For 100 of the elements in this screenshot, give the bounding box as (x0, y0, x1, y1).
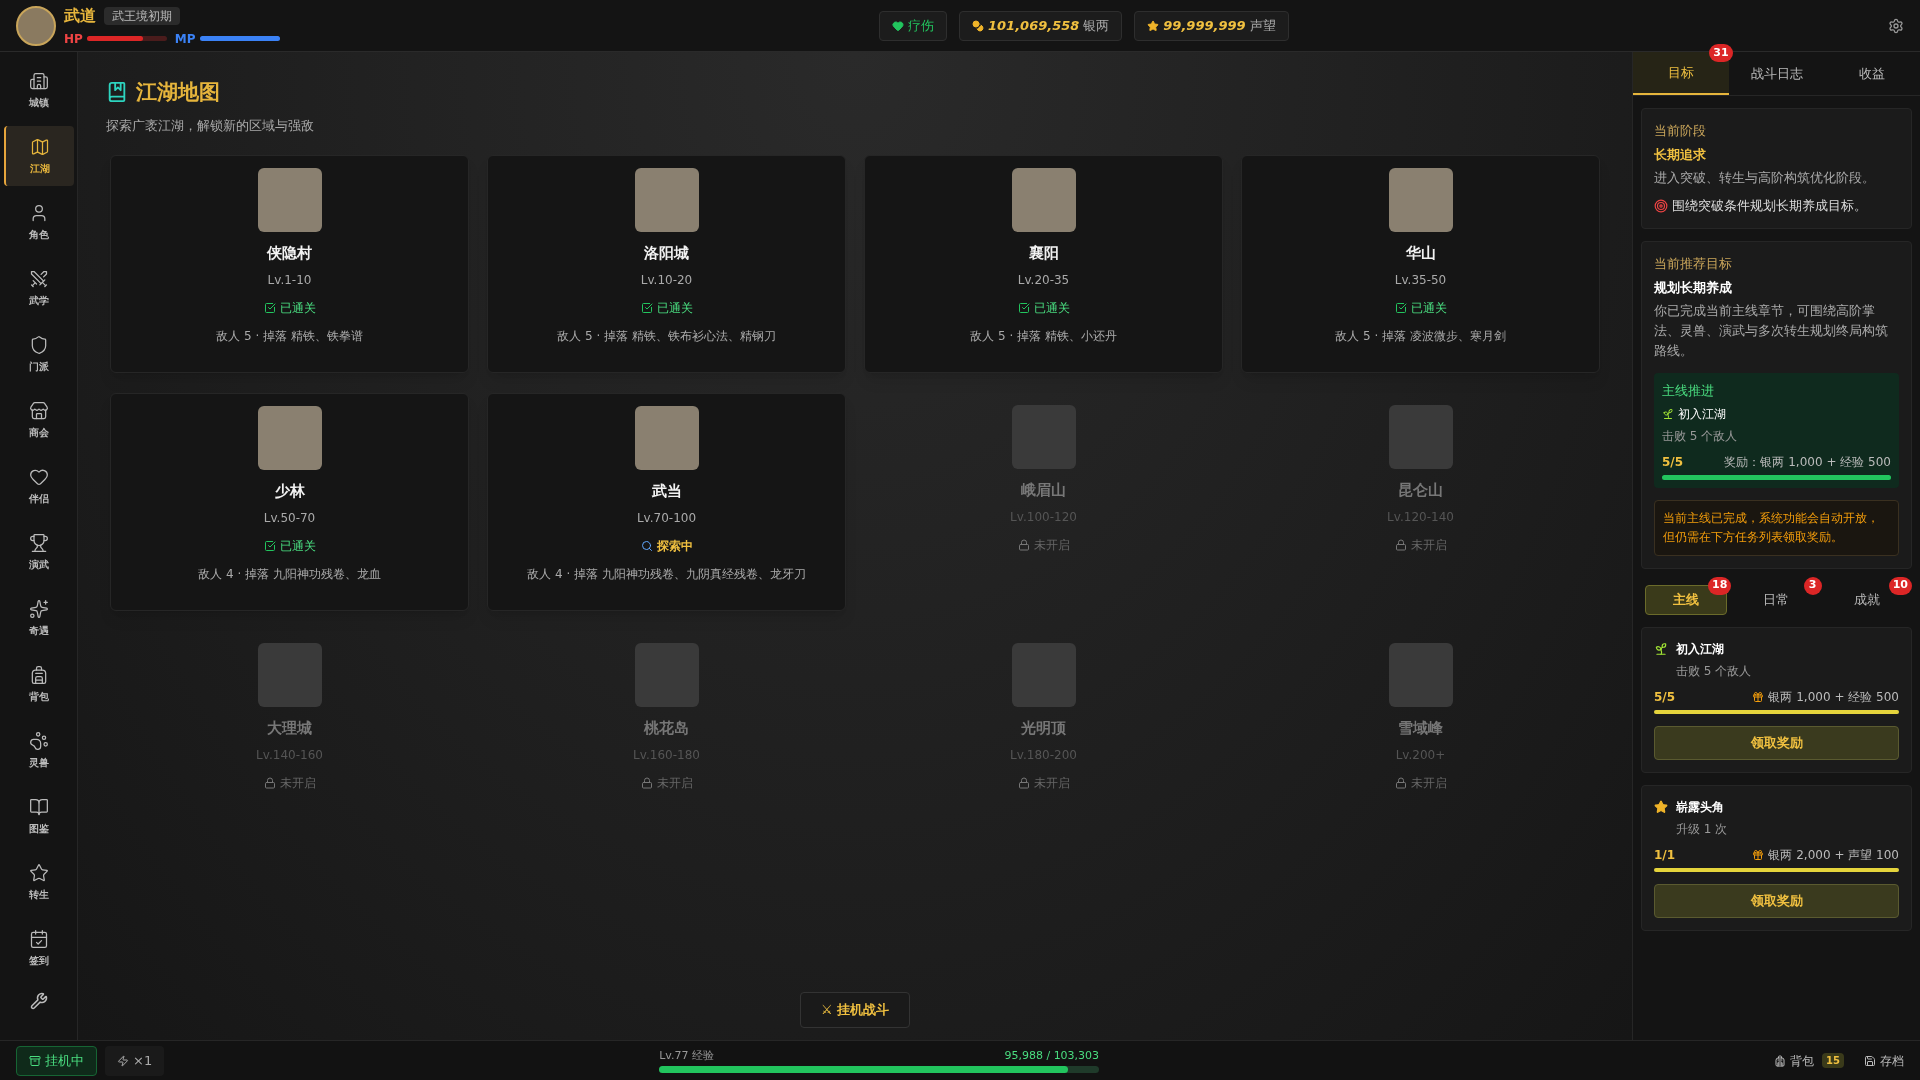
sidebar-item[interactable]: 商会 (3, 390, 74, 450)
region-name: 桃花岛 (644, 718, 689, 739)
settings-icon[interactable] (1888, 17, 1904, 34)
status-label: 未开启 (1017, 535, 1070, 554)
sidebar-item[interactable]: 江湖 (3, 126, 74, 186)
save-icon (1864, 1054, 1876, 1067)
sidebar-item[interactable]: 门派 (3, 324, 74, 384)
quest-name: 初入江湖 (1676, 640, 1724, 658)
status-label: 未开启 (1394, 535, 1447, 554)
quest-reward: 银两 2,000 + 声望 100 (1768, 846, 1899, 864)
region-card[interactable]: 襄阳 Lv.20-35 已通关 敌人 5 · 掉落 精铁、小还丹 (864, 155, 1223, 373)
claim-reward-button[interactable]: 领取奖励 (1654, 883, 1899, 918)
check-icon (263, 539, 276, 552)
counter-unit: 声望 (1249, 16, 1276, 35)
avatar[interactable] (16, 5, 56, 46)
region-card[interactable]: 洛阳城 Lv.10-20 已通关 敌人 5 · 掉落 精铁、铁布衫心法、精钢刀 (487, 155, 846, 373)
check-icon (263, 301, 276, 314)
map-icon (29, 136, 50, 157)
region-card-locked[interactable]: 雪域峰 Lv.200+ 未开启 (1241, 631, 1600, 849)
region-level: Lv.200+ (1395, 746, 1446, 764)
region-info: 敌人 5 · 掉落 精铁、铁布衫心法、精钢刀 (557, 327, 776, 345)
star-icon (28, 862, 49, 883)
counter-value: 99,999,999 (1163, 16, 1246, 35)
photo-placeholder (257, 406, 322, 470)
region-card-locked[interactable]: 昆仑山 Lv.120-140 未开启 (1241, 393, 1600, 611)
region-name: 少林 (274, 481, 305, 502)
sidebar-item[interactable]: 演武 (3, 522, 74, 582)
target-icon (1654, 199, 1668, 213)
map-book-icon (106, 80, 128, 103)
photo-placeholder (257, 643, 322, 707)
region-card[interactable]: 少林 Lv.50-70 已通关 敌人 4 · 掉落 九阳神功残卷、龙血 (110, 393, 469, 611)
region-name: 峨眉山 (1021, 480, 1066, 501)
panel-tab[interactable]: 收益 (1824, 52, 1920, 95)
backpack-icon (1774, 1054, 1787, 1067)
exp-value: 95,988 / 103,303 (1004, 1047, 1100, 1064)
sidebar-item[interactable]: 奇遇 (3, 588, 74, 648)
box-icon (29, 1054, 41, 1067)
store-icon (28, 400, 49, 421)
paw-icon (28, 730, 49, 751)
region-level: Lv.10-20 (640, 271, 693, 289)
region-level: Lv.120-140 (1387, 508, 1454, 526)
count-badge: 3 (1803, 576, 1822, 595)
speed-button[interactable]: ×1 (105, 1045, 165, 1076)
recommend-title: 规划长期养成 (1654, 278, 1733, 297)
status-label: 已通关 (640, 298, 693, 317)
counter-value: 101,069,558 (988, 16, 1080, 35)
status-label: 未开启 (1394, 773, 1447, 792)
lock-icon (263, 776, 276, 789)
region-level: Lv.35-50 (1394, 271, 1447, 289)
sidebar-item[interactable]: 灵兽 (3, 720, 74, 780)
region-info: 敌人 5 · 掉落 精铁、铁拳谱 (216, 327, 363, 345)
region-card[interactable]: 侠隐村 Lv.1-10 已通关 敌人 5 · 掉落 精铁、铁拳谱 (110, 155, 469, 373)
notice-text: 当前主线已完成，系统功能会自动开放，但仍需在下方任务列表领取奖励。 (1654, 499, 1899, 556)
status-label: 已通关 (263, 298, 316, 317)
count-badge: 31 (1709, 44, 1733, 62)
heal-button[interactable]: 疗伤 (879, 10, 947, 41)
auto-battle-button[interactable]: ⚔ 挂机战斗 (799, 992, 911, 1028)
photo-placeholder (1388, 405, 1453, 469)
quest-name: 初入江湖 (1678, 405, 1726, 423)
claim-reward-button[interactable]: 领取奖励 (1654, 725, 1899, 760)
gift-icon (1752, 690, 1765, 703)
sidebar-item[interactable]: 签到 (3, 918, 74, 978)
sidebar-item[interactable]: 角色 (3, 192, 74, 252)
region-name: 襄阳 (1028, 243, 1059, 264)
sidebar-item[interactable]: 图鉴 (3, 786, 74, 846)
status-label: 已通关 (263, 536, 316, 555)
photo-placeholder (257, 168, 322, 232)
sidebar-item[interactable]: 武学 (3, 258, 74, 318)
region-info: 敌人 4 · 掉落 九阳神功残卷、龙血 (198, 565, 381, 583)
save-button[interactable]: 存档 (1864, 1051, 1904, 1070)
sidebar-item[interactable]: 伴侣 (3, 456, 74, 516)
stage-tip: 围绕突破条件规划长期养成目标。 (1672, 197, 1867, 215)
lock-icon (1017, 538, 1030, 551)
status-label: 已通关 (1017, 298, 1070, 317)
lock-icon (1394, 776, 1407, 789)
status-label: 已通关 (1394, 298, 1447, 317)
search-icon (640, 539, 653, 552)
sparkles-icon (28, 598, 49, 619)
region-info: 敌人 5 · 掉落 凌波微步、寒月剑 (1335, 327, 1506, 345)
region-card[interactable]: 华山 Lv.35-50 已通关 敌人 5 · 掉落 凌波微步、寒月剑 (1241, 155, 1600, 373)
lightning-icon (117, 1054, 129, 1067)
wrench-icon[interactable] (29, 992, 48, 1010)
realm-badge: 武王境初期 (104, 6, 180, 25)
quest-desc: 击败 5 个敌人 (1675, 662, 1753, 680)
box-heading: 主线推进 (1662, 382, 1715, 400)
region-card-locked[interactable]: 大理城 Lv.140-160 未开启 (110, 631, 469, 849)
status-label: 未开启 (263, 773, 316, 792)
sidebar-item[interactable]: 城镇 (3, 60, 74, 120)
region-name: 武当 (651, 481, 682, 502)
region-name: 雪域峰 (1398, 718, 1443, 739)
lock-icon (1394, 538, 1407, 551)
idle-button[interactable]: 挂机中 (16, 1045, 97, 1076)
bag-button[interactable]: 背包 15 (1774, 1051, 1844, 1070)
sidebar-item[interactable]: 背包 (3, 654, 74, 714)
region-name: 大理城 (267, 718, 312, 739)
stage-title: 长期追求 (1654, 145, 1707, 164)
sidebar-item[interactable]: 转生 (3, 852, 74, 912)
region-card[interactable]: 武当 Lv.70-100 探索中 敌人 4 · 掉落 九阳神功残卷、九阴真经残卷、龙牙刀 (487, 393, 846, 611)
region-info: 敌人 4 · 掉落 九阳神功残卷、九阴真经残卷、龙牙刀 (527, 565, 806, 583)
photo-placeholder (1011, 168, 1076, 232)
